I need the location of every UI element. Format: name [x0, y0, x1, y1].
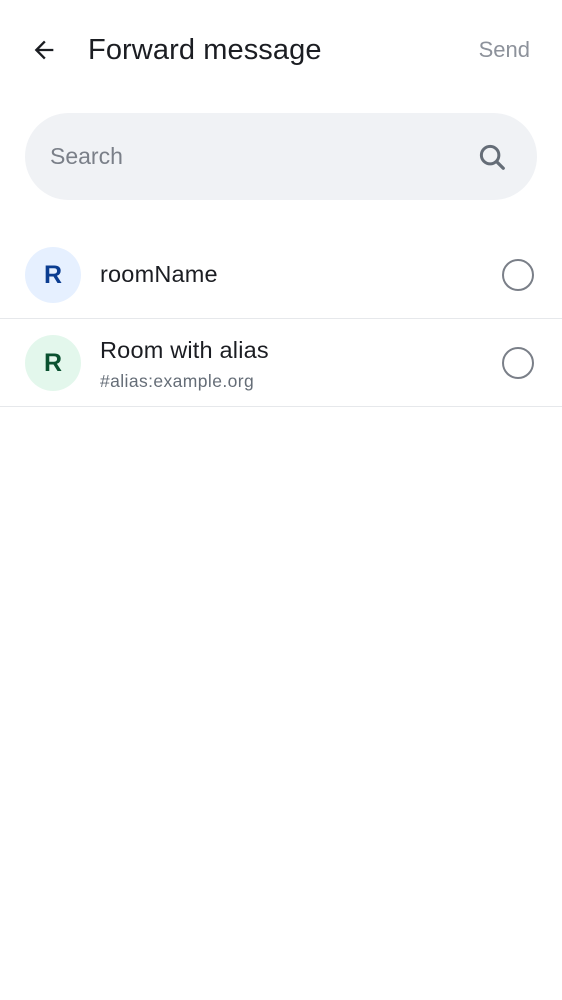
room-name: Room with alias — [100, 337, 269, 363]
search-input[interactable]: Search — [50, 113, 123, 200]
top-app-bar: Forward message Send — [0, 0, 562, 100]
page-title: Forward message — [88, 34, 322, 66]
arrow-left-icon — [34, 40, 54, 60]
room-select-radio[interactable] — [502, 259, 534, 291]
room-row[interactable]: R Room with alias #alias:example.org — [0, 319, 562, 407]
avatar: R — [25, 335, 81, 391]
room-row[interactable]: R roomName — [0, 231, 562, 319]
room-select-radio[interactable] — [502, 347, 534, 379]
room-alias: #alias:example.org — [100, 371, 255, 391]
avatar: R — [25, 247, 81, 303]
room-name: roomName — [100, 261, 218, 287]
send-button[interactable]: Send — [479, 32, 530, 68]
back-button[interactable] — [22, 28, 66, 72]
search-icon[interactable] — [477, 142, 507, 172]
room-list: R roomName R Room with alias #alias:exam… — [0, 231, 562, 407]
search-field[interactable]: Search — [25, 113, 537, 200]
